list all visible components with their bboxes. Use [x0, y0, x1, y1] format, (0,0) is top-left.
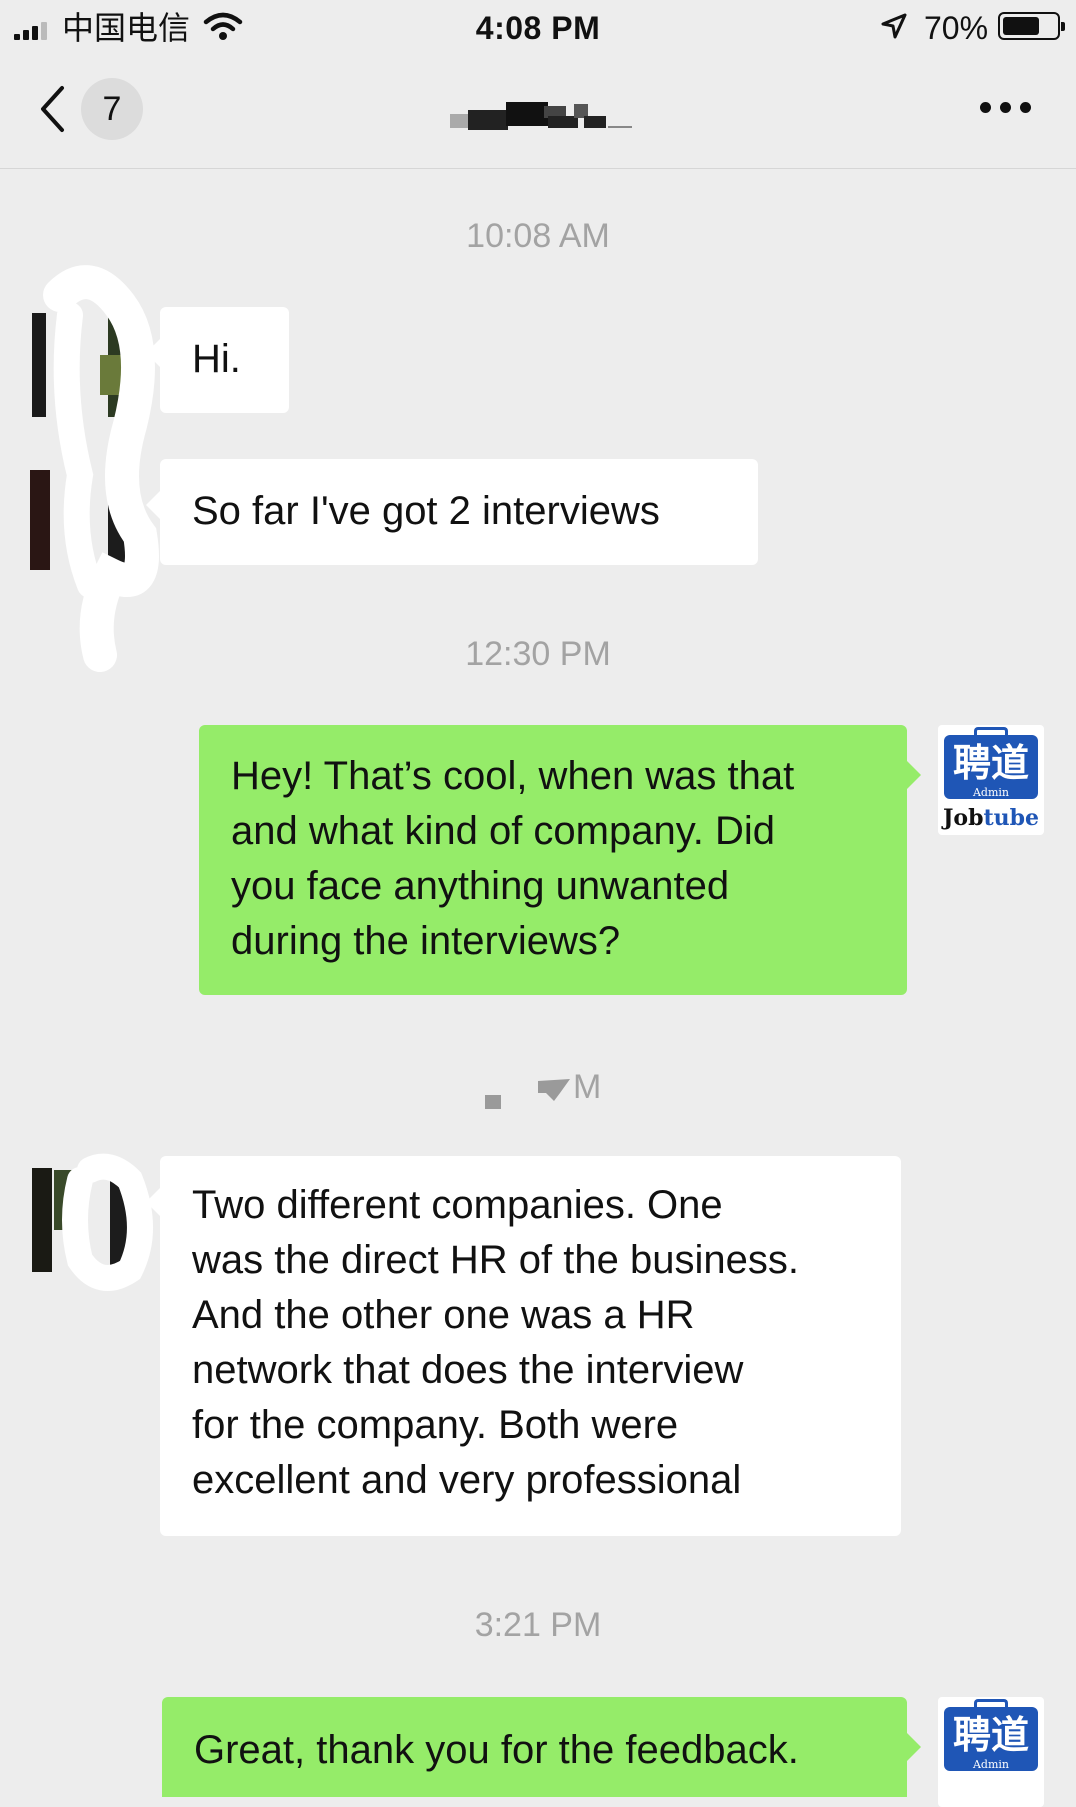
admin-avatar-brand: Jobtube: [942, 805, 1039, 831]
message-line: during the interviews?: [231, 919, 621, 963]
message-text: So far I've got 2 interviews: [192, 489, 660, 533]
message-timestamp: 10:08 AM: [466, 217, 610, 255]
back-chevron-icon[interactable]: [38, 84, 68, 134]
message-bubble-incoming[interactable]: Two different companies. One was the dir…: [146, 1156, 901, 1536]
message-bubble-outgoing[interactable]: Great, thank you for the feedback.: [162, 1697, 921, 1797]
admin-avatar-logo-text: 聘道: [952, 740, 1029, 785]
chat-header: 7: [0, 56, 1076, 169]
unread-count-badge[interactable]: 7: [81, 78, 143, 140]
avatar[interactable]: [30, 265, 159, 672]
message-timestamp: 3:21 PM: [474, 1606, 602, 1644]
admin-avatar-logo-text: 聘道: [952, 1712, 1029, 1757]
message-line: network that does the interview: [192, 1348, 744, 1392]
message-line: Hey! That’s cool, when was that: [231, 754, 795, 798]
message-line: you face anything unwanted: [231, 864, 730, 908]
message-line: and what kind of company. Did: [231, 809, 776, 853]
message-bubble-incoming[interactable]: Hi.: [146, 307, 289, 413]
location-arrow-icon: [881, 13, 907, 39]
admin-avatar[interactable]: 聘道 Admin: [938, 1697, 1044, 1807]
message-line: was the direct HR of the business.: [192, 1238, 799, 1282]
status-time: 4:08 PM: [475, 10, 601, 46]
more-icon[interactable]: [980, 102, 1032, 116]
message-bubble-outgoing[interactable]: Hey! That’s cool, when was that and what…: [199, 725, 921, 995]
message-text: Hi.: [192, 337, 241, 381]
battery-icon: [998, 12, 1065, 40]
message-text: Great, thank you for the feedback.: [194, 1728, 799, 1772]
battery-percentage: 70%: [924, 10, 989, 46]
contact-name-redacted: [450, 102, 632, 130]
message-line: And the other one was a HR: [192, 1293, 695, 1337]
avatar[interactable]: [30, 1153, 153, 1300]
message-timestamp: M: [573, 1068, 602, 1106]
admin-avatar-role: Admin: [972, 786, 1010, 799]
message-line: Two different companies. One: [192, 1183, 723, 1227]
message-line: excellent and very professional: [192, 1458, 742, 1502]
status-bar: 中国电信 4:08 PM 70%: [0, 0, 1076, 56]
message-timestamp: 12:30 PM: [465, 635, 611, 673]
battery-fill: [1003, 17, 1039, 35]
admin-avatar-role: Admin: [972, 1758, 1010, 1771]
admin-avatar[interactable]: 聘道 Admin Jobtube: [938, 725, 1044, 835]
message-line: for the company. Both were: [192, 1403, 679, 1447]
message-bubble-incoming[interactable]: So far I've got 2 interviews: [146, 459, 758, 565]
